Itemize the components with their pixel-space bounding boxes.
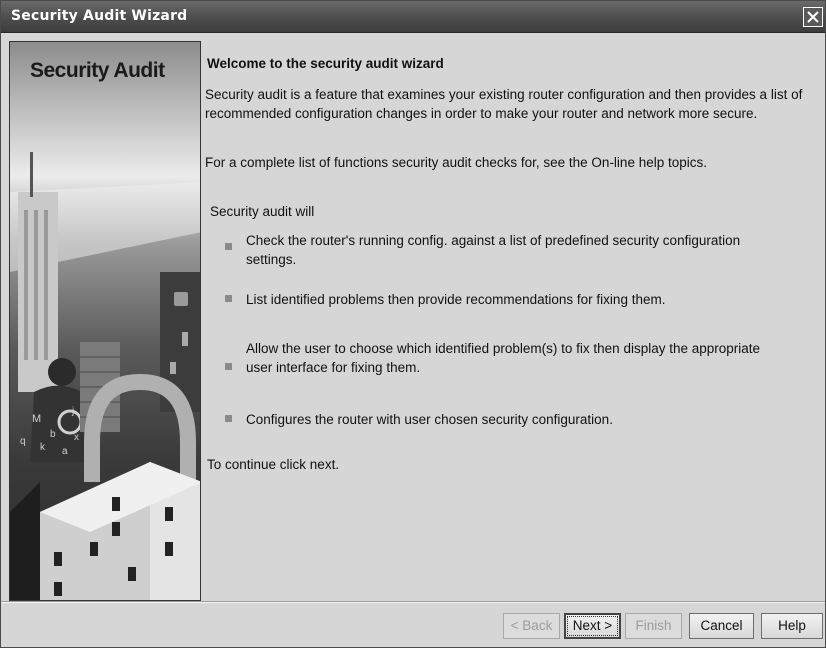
help-note-paragraph: For a complete list of functions securit… bbox=[205, 155, 707, 170]
cancel-button[interactable]: Cancel bbox=[689, 613, 754, 639]
bullet-icon bbox=[225, 415, 232, 422]
help-button[interactable]: Help bbox=[761, 613, 823, 639]
continue-instruction: To continue click next. bbox=[207, 457, 340, 472]
art-letter: a bbox=[62, 446, 68, 457]
list-item-text: Check the router's running config. again… bbox=[246, 233, 741, 267]
list-item-text: List identified problems then provide re… bbox=[246, 292, 666, 307]
list-item-text: Allow the user to choose which identifie… bbox=[246, 341, 761, 375]
title-bar[interactable]: Security Audit Wizard bbox=[1, 1, 825, 33]
art-letter: j bbox=[71, 406, 74, 417]
close-icon bbox=[807, 11, 819, 23]
back-button[interactable]: < Back bbox=[503, 613, 560, 639]
finish-button[interactable]: Finish bbox=[625, 613, 682, 639]
wizard-side-banner: M b j k x q a Security Audit bbox=[9, 41, 201, 601]
bullet-icon bbox=[225, 363, 232, 370]
welcome-heading: Welcome to the security audit wizard bbox=[207, 56, 444, 71]
bullet-icon bbox=[225, 295, 232, 302]
art-letter: q bbox=[20, 436, 26, 447]
window-title: Security Audit Wizard bbox=[11, 8, 188, 24]
close-button[interactable] bbox=[803, 7, 823, 27]
art-letter: M bbox=[32, 413, 41, 425]
wizard-content: Welcome to the security audit wizard Sec… bbox=[205, 41, 817, 601]
intro-paragraph: Security audit is a feature that examine… bbox=[205, 87, 803, 121]
art-letter: x bbox=[74, 432, 79, 443]
bullet-icon bbox=[225, 243, 232, 250]
side-banner-title: Security Audit bbox=[30, 59, 165, 82]
security-city-illustration: M b j k x q a bbox=[10, 152, 200, 600]
next-button[interactable]: Next > bbox=[564, 613, 621, 639]
list-item-text: Configures the router with user chosen s… bbox=[246, 412, 613, 427]
art-letter: b bbox=[50, 429, 56, 440]
security-audit-wizard-dialog: Security Audit Wizard M b j k x q a Secu… bbox=[0, 0, 826, 648]
list-intro: Security audit will bbox=[210, 204, 315, 219]
button-bar-divider bbox=[1, 601, 825, 603]
